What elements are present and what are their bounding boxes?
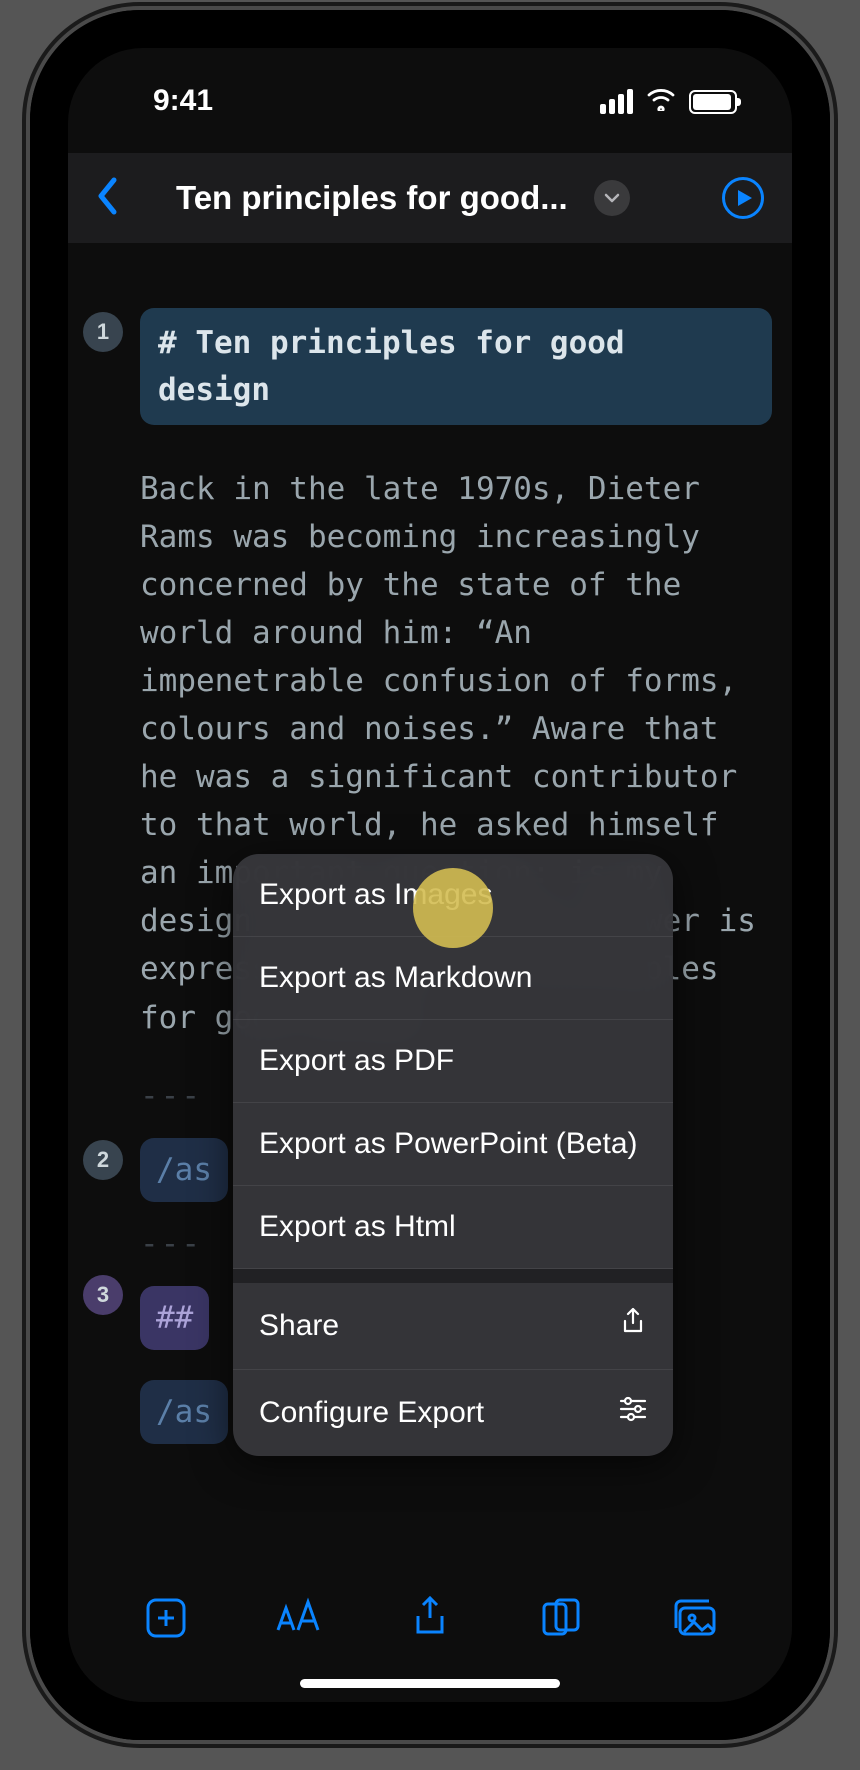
heading-block[interactable]: # Ten principles for good design — [140, 308, 772, 425]
asset-block[interactable]: /as — [140, 1380, 228, 1444]
title-dropdown-button[interactable] — [594, 180, 630, 216]
menu-label: Export as Markdown — [259, 961, 532, 995]
slide-badge-3: 3 — [83, 1275, 123, 1315]
add-button[interactable] — [140, 1592, 192, 1644]
home-indicator[interactable] — [300, 1679, 560, 1688]
menu-label: Export as PowerPoint (Beta) — [259, 1127, 638, 1161]
menu-share[interactable]: Share — [233, 1283, 673, 1370]
status-right — [600, 83, 737, 119]
battery-icon — [689, 90, 737, 114]
menu-label: Export as PDF — [259, 1044, 454, 1078]
device-frame: 9:41 Ten principles for good... — [30, 10, 830, 1740]
menu-separator — [233, 1269, 673, 1283]
back-button[interactable] — [96, 177, 118, 220]
sliders-icon — [619, 1394, 647, 1432]
menu-export-pdf[interactable]: Export as PDF — [233, 1020, 673, 1103]
asset-block[interactable]: /as — [140, 1138, 228, 1202]
text-format-button[interactable] — [272, 1592, 324, 1644]
menu-export-powerpoint[interactable]: Export as PowerPoint (Beta) — [233, 1103, 673, 1186]
share-toolbar-button[interactable] — [404, 1592, 456, 1644]
menu-label: Export as Html — [259, 1210, 456, 1244]
status-time: 9:41 — [153, 84, 213, 118]
slide-badge-1: 1 — [83, 312, 123, 352]
menu-label: Configure Export — [259, 1396, 484, 1430]
menu-configure-export[interactable]: Configure Export — [233, 1370, 673, 1456]
screen: 9:41 Ten principles for good... — [68, 48, 792, 1702]
share-icon — [619, 1307, 647, 1345]
menu-export-markdown[interactable]: Export as Markdown — [233, 937, 673, 1020]
slide-badge-2: 2 — [83, 1140, 123, 1180]
cellular-icon — [600, 89, 633, 114]
page-title: Ten principles for good... — [176, 179, 568, 217]
menu-label: Share — [259, 1309, 339, 1343]
heading2-block[interactable]: ## — [140, 1286, 209, 1350]
touch-indicator — [413, 868, 493, 948]
play-button[interactable] — [722, 177, 764, 219]
theme-button[interactable] — [536, 1592, 588, 1644]
images-button[interactable] — [668, 1592, 720, 1644]
status-bar: 9:41 — [68, 48, 792, 153]
wifi-icon — [645, 85, 677, 119]
nav-bar: Ten principles for good... — [68, 153, 792, 243]
menu-export-html[interactable]: Export as Html — [233, 1186, 673, 1269]
